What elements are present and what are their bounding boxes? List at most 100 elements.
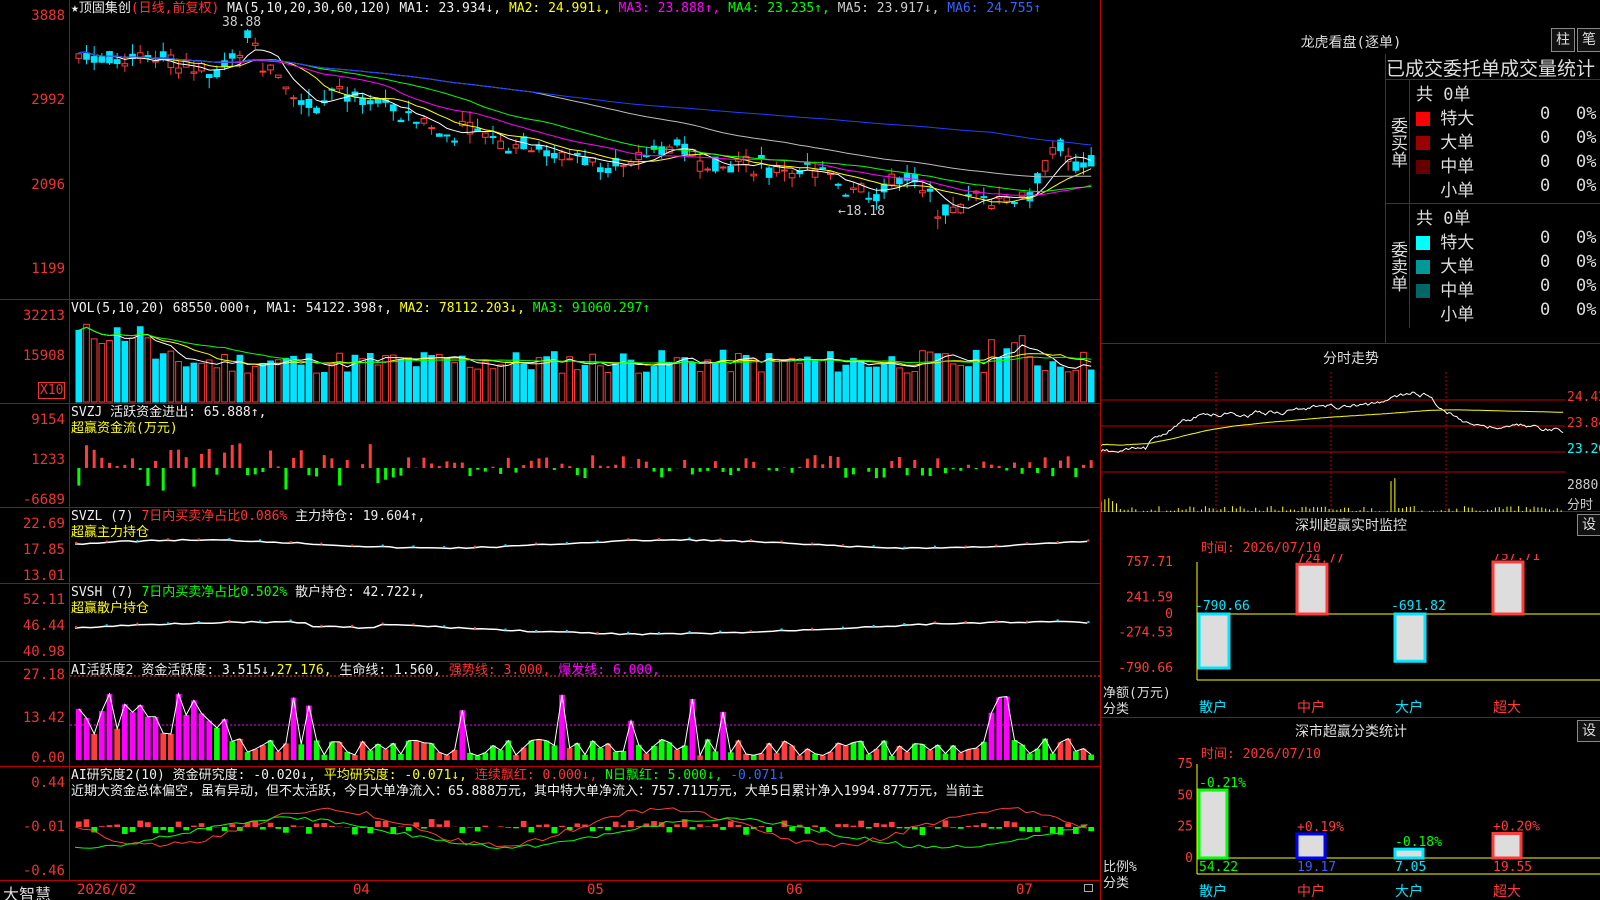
y-tick: 3888	[31, 8, 65, 24]
research-bar	[950, 827, 956, 828]
candle	[696, 160, 704, 172]
candle	[274, 74, 282, 78]
sz-class-chart[interactable]: 75 50 25 0 -0.21% 54.22 散户 +0.19% 19.17 中户 -0.18% 7…	[1101, 758, 1600, 900]
activity-bar	[720, 711, 726, 760]
svzl-panel[interactable]: 22.69 17.85 13.01 SVZL (7) 7日内买卖净占比0.086…	[0, 508, 1100, 584]
volume-panel[interactable]: 32213 15908 X10 VOL(5,10,20) 68550.000↑,…	[0, 300, 1100, 404]
candle	[305, 98, 313, 108]
sz-class-settings-button[interactable]: 设	[1577, 720, 1600, 742]
ai1-v3: 生命线: 1.560,	[339, 663, 442, 678]
candle	[244, 30, 251, 39]
volume-bar	[1072, 369, 1080, 403]
candle	[727, 166, 735, 173]
candle	[213, 69, 221, 78]
candle	[113, 59, 121, 64]
volume-bar	[182, 366, 190, 403]
ai-activity-panel[interactable]: 27.18 13.42 0.00 AI活跃度2 资金活跃度: 3.515↓,27…	[0, 662, 1100, 767]
research-bar	[152, 827, 159, 833]
star-icon[interactable]: ★	[71, 1, 79, 16]
period-label[interactable]: (日线,前复权)	[131, 1, 219, 16]
intraday-vol-unit: 分时	[1567, 498, 1594, 513]
y-tick: 25	[1177, 820, 1193, 835]
bar-view-button[interactable]: 柱	[1551, 28, 1575, 52]
volume-bar	[481, 361, 489, 403]
research-bar	[612, 821, 619, 827]
lhb-row-count: 0	[1540, 228, 1551, 248]
class-bar	[1197, 788, 1229, 860]
volume-bar	[804, 356, 811, 403]
vol-ma2: MA2: 78112.203↓,	[399, 301, 525, 316]
volume-bar	[466, 366, 474, 403]
holding-dot	[259, 620, 262, 623]
candle	[435, 133, 443, 137]
intraday-panel[interactable]: 分时走势 24.42 23.84 23.26 2880 分时	[1101, 344, 1600, 513]
candle	[489, 136, 497, 139]
volume-bar	[313, 372, 320, 403]
candle	[750, 173, 758, 177]
holding-dot	[197, 621, 200, 624]
activity-bar	[252, 749, 259, 760]
x-label: 2026/02	[77, 882, 137, 898]
lock-icon[interactable]	[1084, 884, 1093, 892]
volume-bar	[727, 371, 735, 403]
lhb-row-pct: 0%	[1576, 176, 1597, 196]
holding-dot	[657, 537, 660, 540]
research-bar	[988, 827, 995, 829]
ai2-v3: 连续飘红: 0.000↓,	[474, 768, 598, 783]
volume-bar	[213, 367, 221, 403]
svzj-panel[interactable]: 9154 1233 -6689 SVZJ 活跃资金进出: 65.888↑, 超赢…	[0, 404, 1100, 508]
kline-panel[interactable]: 3888 2992 2096 1199 ★顶固集创(日线,前复权) MA(5,1…	[0, 0, 1100, 300]
activity-bar	[850, 742, 857, 760]
research-bar	[329, 825, 335, 827]
research-bar	[704, 826, 711, 827]
lhb-row: 大单 0 0%	[1416, 252, 1600, 277]
lhb-row-name: 特大	[1430, 233, 1475, 253]
research-bar	[789, 827, 795, 832]
svzl-label: SVZL (7)	[71, 509, 134, 524]
volume-bar	[267, 360, 274, 403]
research-bar	[375, 820, 381, 827]
y-tick: 0.44	[31, 775, 65, 791]
holding-dot	[320, 542, 323, 545]
lhb-row-count: 0	[1540, 176, 1551, 196]
svsh-panel[interactable]: 52.11 46.44 40.98 SVSH (7) 7日内买卖净占比0.502…	[0, 584, 1100, 662]
research-bar	[735, 824, 742, 827]
research-bar	[965, 825, 972, 827]
activity-bar	[773, 752, 780, 760]
lhb-row: 中单 0 0%	[1416, 276, 1600, 301]
kline-chart[interactable]	[70, 0, 1100, 300]
volume-bar	[666, 361, 673, 403]
volume-bar	[673, 357, 681, 403]
y-tick: -0.46	[22, 863, 65, 879]
activity-bar	[551, 745, 558, 760]
activity-bar	[459, 710, 466, 760]
sz-monitor-settings-button[interactable]: 设	[1577, 514, 1600, 536]
research-bar	[858, 820, 864, 827]
activity-bar	[743, 754, 749, 760]
y-tick: 13.01	[22, 568, 65, 584]
ai-research-panel[interactable]: 0.44 -0.01 -0.46 AI研究度2(10) 资金研究度: -0.02…	[0, 767, 1100, 881]
lhb-row-name: 中单	[1430, 281, 1475, 301]
volume-bar	[443, 358, 451, 403]
activity-bar	[367, 750, 374, 760]
color-swatch	[1416, 136, 1430, 150]
research-bar	[390, 827, 397, 834]
activity-bar	[260, 745, 266, 760]
holding-dot	[443, 625, 446, 628]
holding-dot	[412, 623, 415, 626]
research-bar	[697, 824, 703, 827]
activity-bar	[145, 716, 151, 760]
volume-bar	[811, 359, 819, 403]
color-swatch	[1416, 184, 1430, 198]
y-tick: -790.66	[1118, 661, 1173, 676]
research-bar	[229, 824, 236, 827]
activity-bar	[980, 741, 987, 760]
holding-dot	[351, 624, 354, 627]
tick-view-button[interactable]: 笔	[1577, 28, 1600, 52]
sz-monitor-chart[interactable]: 757.71 241.59 0 -274.53 -790.66 -790.66 散户 724.…	[1101, 554, 1600, 718]
activity-bar	[275, 751, 282, 760]
intraday-chart[interactable]	[1101, 372, 1565, 512]
research-bar	[528, 827, 535, 833]
volume-bar	[435, 353, 443, 403]
candle	[942, 204, 949, 216]
